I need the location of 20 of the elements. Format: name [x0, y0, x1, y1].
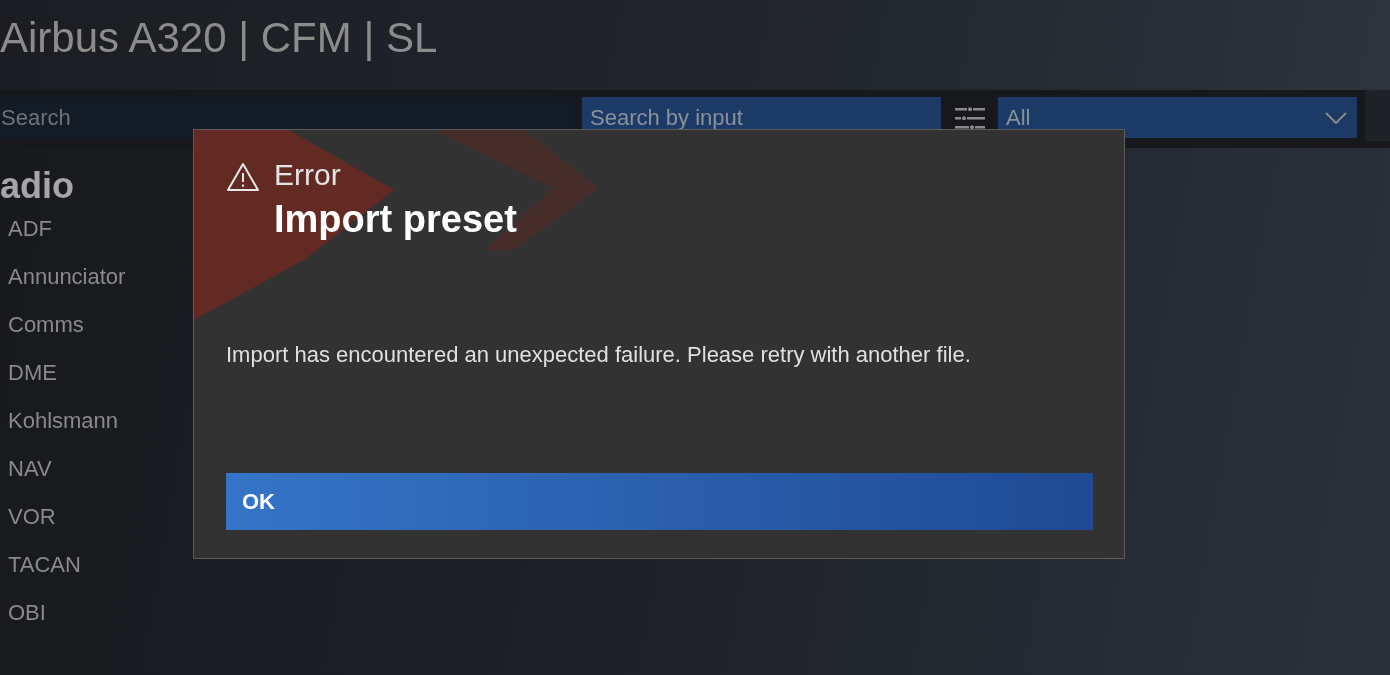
caret-icon [1325, 111, 1347, 124]
dialog-title: Import preset [274, 197, 517, 241]
sidebar-item[interactable]: DME [8, 360, 57, 408]
sidebar-item[interactable]: ADF [8, 216, 52, 264]
section-heading: adio [0, 165, 74, 207]
sidebar-item[interactable]: NAV [8, 456, 52, 504]
sidebar-item[interactable]: Comms [8, 312, 84, 360]
filter-icon[interactable] [955, 106, 985, 132]
sidebar-item[interactable]: Annunciator [8, 264, 126, 312]
filter-dropdown[interactable]: All [998, 97, 1357, 138]
ok-button[interactable]: OK [226, 473, 1093, 530]
page-title: Airbus A320 | CFM | SL [0, 15, 438, 61]
sidebar-item[interactable]: Kohlsmann [8, 408, 119, 456]
dialog-label: Error [274, 158, 341, 192]
sidebar-item[interactable]: VOR [8, 504, 56, 552]
filter-value: All [1006, 104, 1031, 131]
sidebar-item[interactable]: TACAN [8, 552, 81, 600]
sidebar-item[interactable]: OBI [8, 600, 46, 648]
warning-icon [226, 162, 260, 192]
dialog-message: Import has encountered an unexpected failure. Please retry with another file. [226, 341, 972, 369]
